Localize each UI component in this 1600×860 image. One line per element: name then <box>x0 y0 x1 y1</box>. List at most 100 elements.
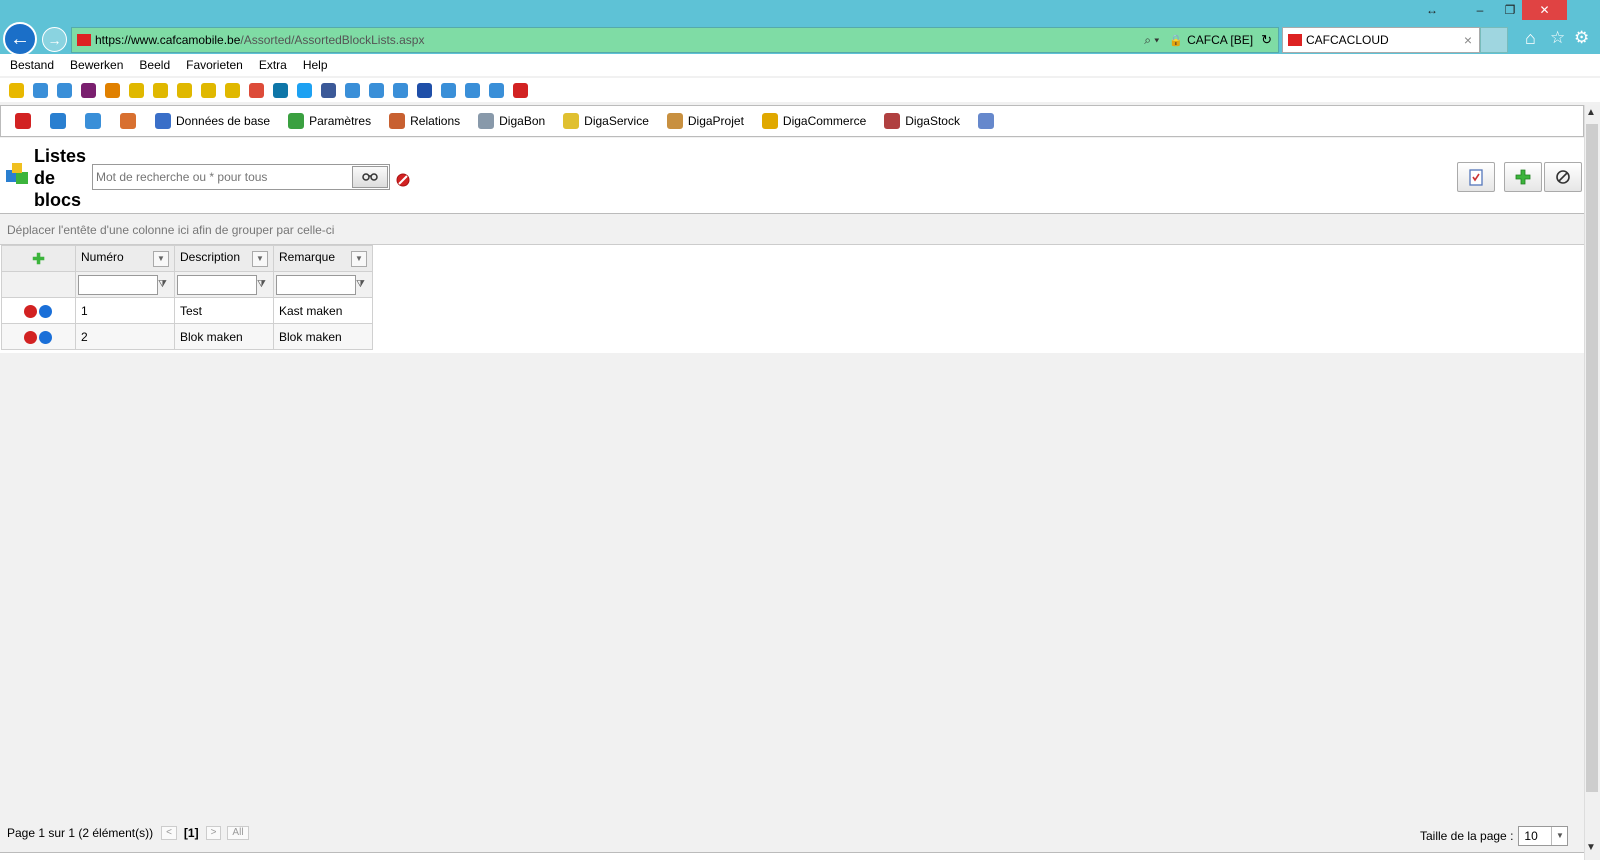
menu-extra[interactable]: Extra <box>259 58 287 72</box>
info-icon[interactable] <box>38 304 52 318</box>
favorites-icon[interactable]: ☆ <box>1550 28 1565 48</box>
menu-beeld[interactable]: Beeld <box>139 58 170 72</box>
speedometer-icon[interactable] <box>225 82 240 98</box>
flag-icon[interactable] <box>105 82 120 98</box>
table-row[interactable]: 1 Test Kast maken <box>1 297 373 324</box>
site-identity[interactable]: CAFCA [BE] <box>1187 33 1253 47</box>
prev-page-button[interactable]: < <box>161 826 177 840</box>
delete-icon[interactable] <box>23 330 37 344</box>
toolbar-label[interactable]: Paramètres <box>309 114 371 128</box>
clear-search-button[interactable] <box>396 173 410 190</box>
ie-page-icon[interactable] <box>441 82 456 98</box>
globe-icon[interactable] <box>417 82 432 98</box>
add-button[interactable] <box>1504 162 1542 192</box>
cancel-button[interactable] <box>1544 162 1582 192</box>
info-icon[interactable] <box>38 330 52 344</box>
close-window-button[interactable]: ✕ <box>1522 0 1567 20</box>
ie-page-icon[interactable] <box>465 82 480 98</box>
user-icon[interactable] <box>120 113 136 129</box>
favorites-star-icon[interactable] <box>9 82 24 98</box>
back-button[interactable]: ← <box>3 22 37 56</box>
globe-icon[interactable] <box>50 113 66 129</box>
ie-page-icon[interactable] <box>33 82 48 98</box>
chevron-down-icon[interactable]: ▼ <box>1551 827 1567 845</box>
menu-bestand[interactable]: Bestand <box>10 58 54 72</box>
linkedin-icon[interactable] <box>273 82 288 98</box>
toolbar-label[interactable]: DigaCommerce <box>783 114 866 128</box>
google-plus-icon[interactable] <box>249 82 264 98</box>
toolbar-label[interactable]: DigaBon <box>499 114 545 128</box>
settings-icon[interactable] <box>288 113 305 129</box>
checklist-button[interactable] <box>1457 162 1495 192</box>
checklist-icon[interactable] <box>977 113 994 129</box>
twitter-icon[interactable] <box>297 82 312 98</box>
restore-button[interactable]: ❐ <box>1496 0 1524 20</box>
cafca-icon[interactable] <box>513 82 528 98</box>
delete-icon[interactable] <box>23 304 37 318</box>
toolbar-label[interactable]: DigaProjet <box>688 114 744 128</box>
speedometer-icon[interactable] <box>201 82 216 98</box>
stock-icon[interactable] <box>884 113 901 129</box>
ie-page-icon[interactable] <box>369 82 384 98</box>
filter-icon[interactable]: ⧩ <box>356 279 366 290</box>
ie-page-icon[interactable] <box>393 82 408 98</box>
column-header-numero[interactable]: Numéro ▼ <box>75 245 175 272</box>
new-tab-button[interactable] <box>1480 27 1508 53</box>
commerce-icon[interactable] <box>761 113 778 129</box>
all-pages-button[interactable]: All <box>227 826 249 840</box>
filter-input-numero[interactable] <box>78 274 158 295</box>
forward-button[interactable]: → <box>42 27 67 52</box>
gear-icon[interactable]: ⚙ <box>1574 28 1589 48</box>
filter-icon[interactable]: ⧩ <box>158 279 168 290</box>
browser-tab[interactable]: CAFCACLOUD × <box>1282 27 1480 53</box>
chevron-down-icon[interactable]: ▼ <box>252 251 268 267</box>
chevron-down-icon[interactable]: ▼ <box>351 251 367 267</box>
refresh-icon[interactable] <box>85 113 101 129</box>
filter-icon[interactable]: ⧩ <box>257 279 267 290</box>
toolbar-label[interactable]: DigaStock <box>905 114 960 128</box>
minimize-button[interactable]: – <box>1466 0 1494 20</box>
chevron-down-icon[interactable]: ▼ <box>153 251 169 267</box>
column-header-description[interactable]: Description ▼ <box>174 245 274 272</box>
column-header-remarque[interactable]: Remarque ▼ <box>273 245 373 272</box>
grid-add-cell[interactable]: ✚ <box>1 245 76 272</box>
menu-bewerken[interactable]: Bewerken <box>70 58 123 72</box>
ie-page-icon[interactable] <box>345 82 360 98</box>
search-input[interactable] <box>94 166 350 188</box>
document-icon[interactable] <box>478 113 495 129</box>
refresh-icon[interactable]: ↻ <box>1261 32 1272 48</box>
toolbar-label[interactable]: Relations <box>410 114 460 128</box>
toolbar-label[interactable]: DigaService <box>584 114 649 128</box>
facebook-icon[interactable] <box>321 82 336 98</box>
database-icon[interactable] <box>155 113 171 129</box>
ie-page-icon[interactable] <box>57 82 72 98</box>
service-icon[interactable] <box>563 113 580 129</box>
page-size-select[interactable]: 10 ▼ <box>1518 826 1569 846</box>
menu-favorieten[interactable]: Favorieten <box>186 58 243 72</box>
scrollbar-thumb[interactable] <box>1586 124 1598 792</box>
search-dropdown-icon[interactable]: ⌕ ▾ <box>1144 33 1159 48</box>
address-bar[interactable]: https://www.cafcamobile.be /Assorted/Ass… <box>71 27 1279 53</box>
table-row[interactable]: 2 Blok maken Blok maken <box>1 323 373 350</box>
scroll-up-icon[interactable]: ▲ <box>1586 107 1596 118</box>
add-row-icon[interactable]: ✚ <box>32 251 45 268</box>
filter-input-remarque[interactable] <box>276 274 356 295</box>
cafca-logo-icon[interactable] <box>15 113 31 129</box>
project-icon[interactable] <box>666 113 683 129</box>
group-by-panel[interactable]: Déplacer l'entête d'une colonne ici afin… <box>0 215 1584 245</box>
speedometer-icon[interactable] <box>129 82 144 98</box>
speedometer-icon[interactable] <box>177 82 192 98</box>
tab-close-icon[interactable]: × <box>1464 32 1472 48</box>
h-logo-icon[interactable] <box>81 82 96 98</box>
next-page-button[interactable]: > <box>205 826 222 840</box>
toolbar-label[interactable]: Données de base <box>176 114 270 128</box>
filter-input-description[interactable] <box>177 274 257 295</box>
resize-icon[interactable]: ↔ <box>1420 0 1444 20</box>
ie-page-icon[interactable] <box>489 82 504 98</box>
menu-help[interactable]: Help <box>303 58 328 72</box>
search-button[interactable] <box>352 166 388 188</box>
speedometer-icon[interactable] <box>153 82 168 98</box>
relations-icon[interactable] <box>389 113 406 129</box>
home-icon[interactable]: ⌂ <box>1525 28 1536 49</box>
scroll-down-icon[interactable]: ▼ <box>1586 842 1596 853</box>
